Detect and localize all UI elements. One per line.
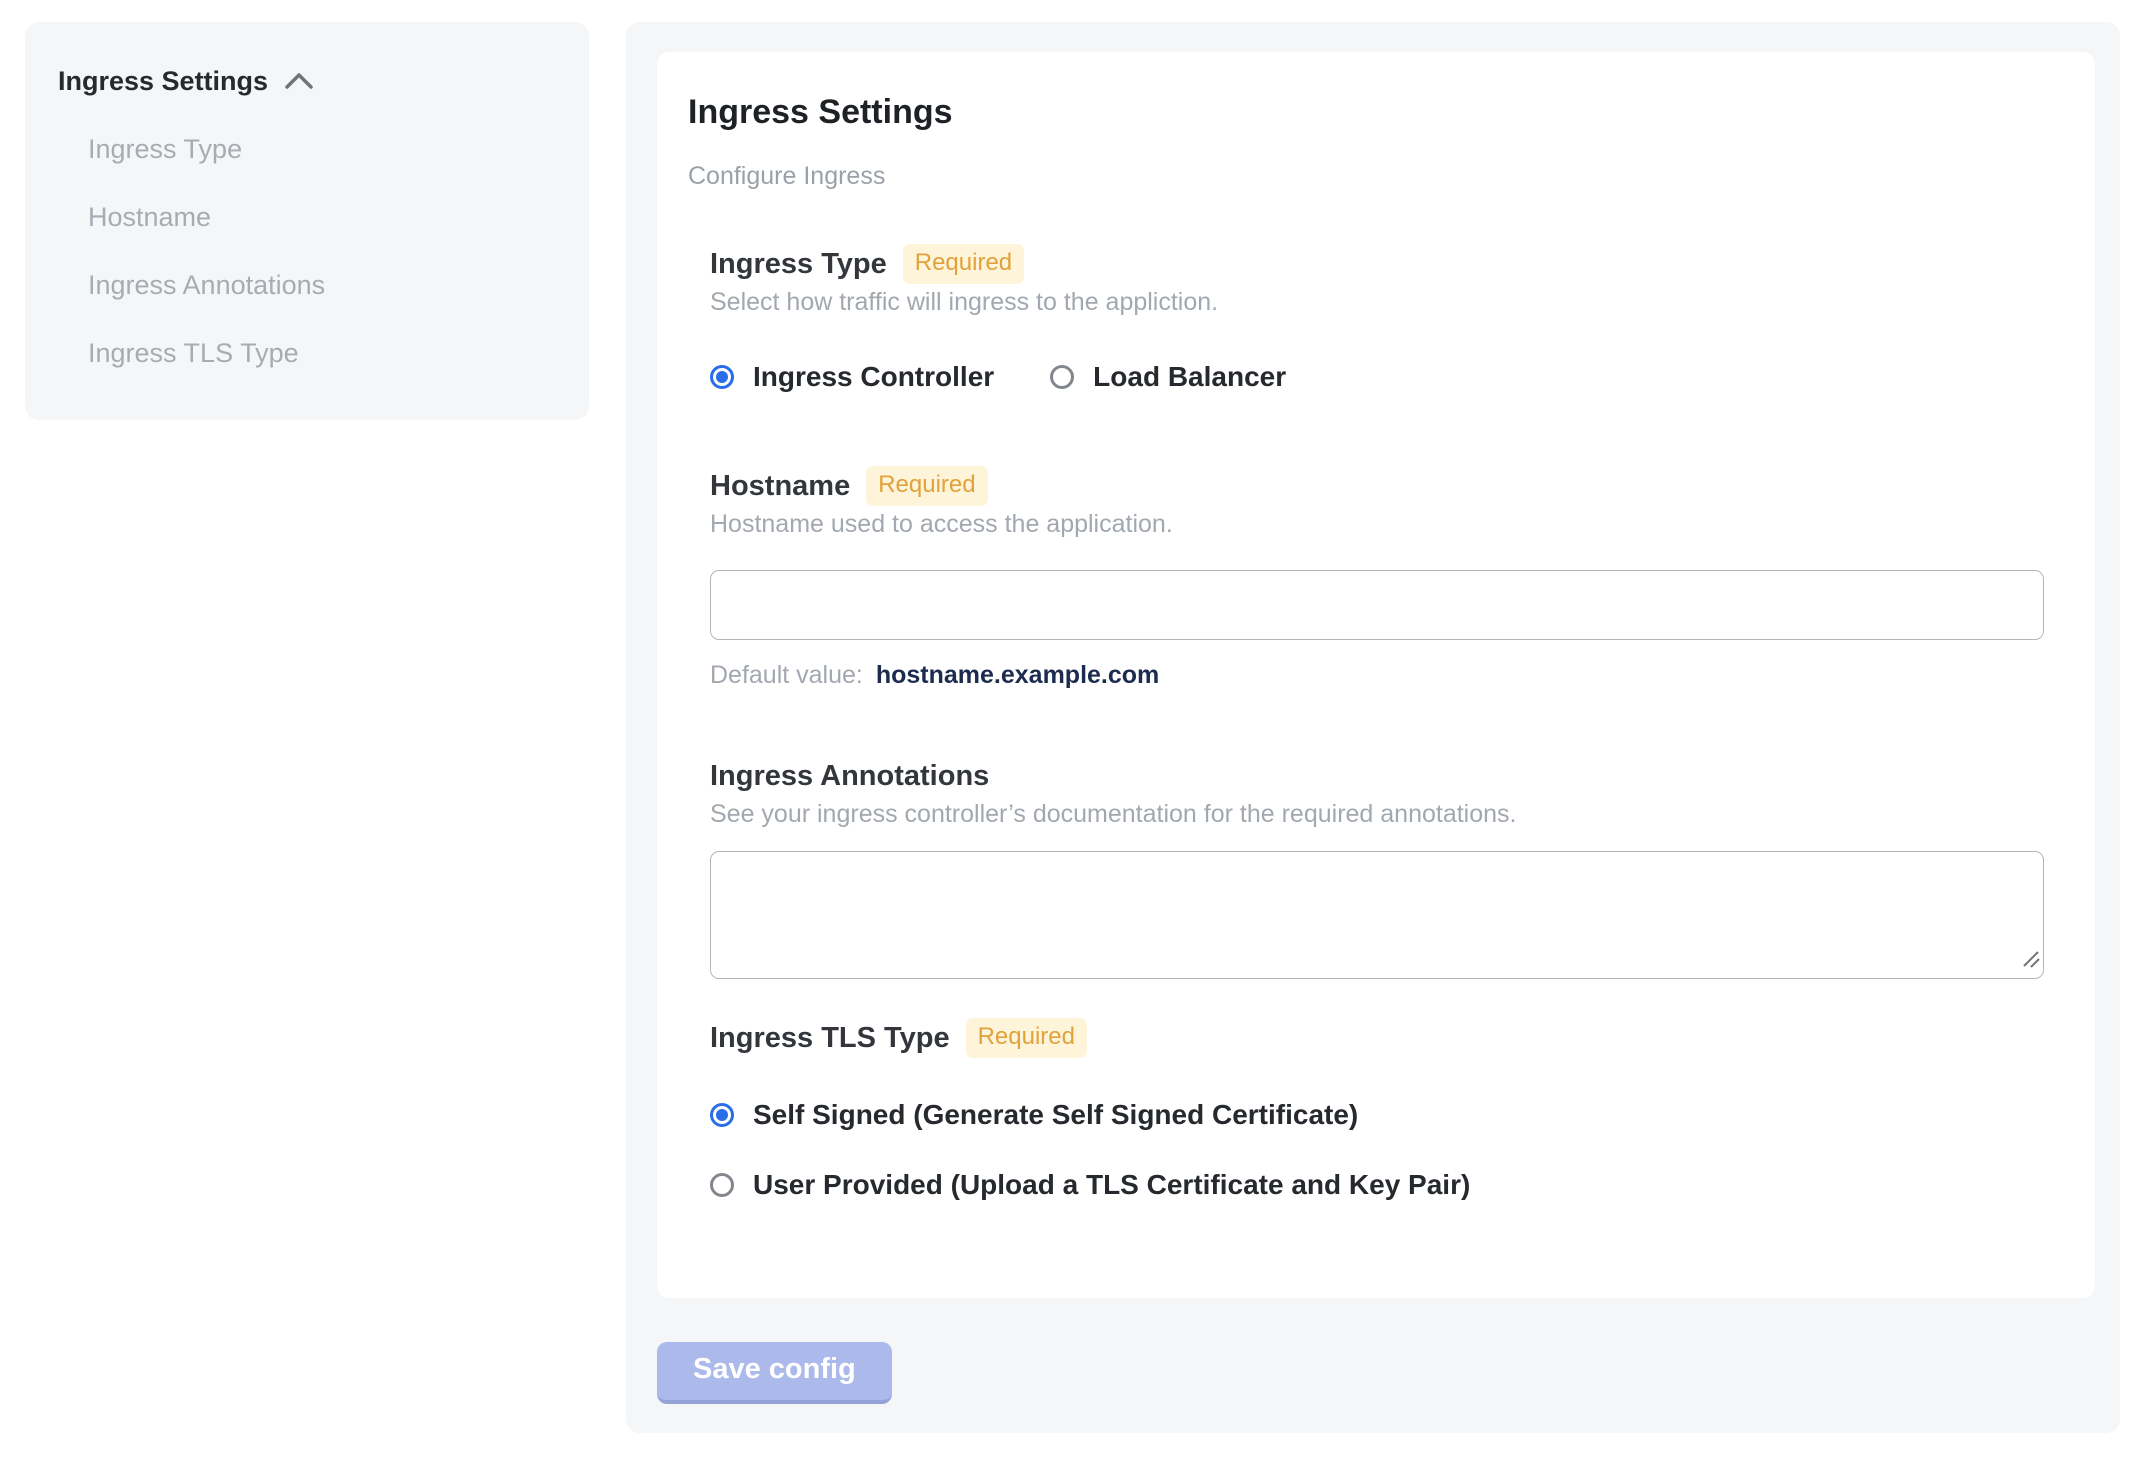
section-hostname: Hostname Required Hostname used to acces… bbox=[710, 466, 2044, 690]
ingress-annotations-label-row: Ingress Annotations bbox=[710, 757, 2043, 795]
save-config-button[interactable]: Save config bbox=[657, 1342, 892, 1404]
radio-selected-icon bbox=[710, 365, 734, 389]
radio-selected-icon bbox=[710, 1103, 734, 1127]
required-badge: Required bbox=[902, 244, 1025, 284]
radio-load-balancer-label: Load Balancer bbox=[1093, 361, 1287, 392]
page-title: Ingress Settings bbox=[688, 93, 953, 131]
ingress-settings-card: Ingress Settings Configure Ingress Ingre… bbox=[657, 52, 2095, 1298]
default-value: hostname.example.com bbox=[875, 661, 1160, 689]
ingress-annotations-description: See your ingress controller’s documentat… bbox=[710, 800, 1517, 828]
sidebar-section-title: Ingress Settings bbox=[58, 66, 269, 96]
radio-unselected-icon bbox=[1050, 365, 1075, 389]
hostname-input[interactable] bbox=[710, 570, 2044, 640]
radio-ingress-controller-label: Ingress Controller bbox=[753, 361, 995, 392]
ingress-type-description: Select how traffic will ingress to the a… bbox=[710, 288, 1219, 316]
hostname-default-line: Default value: hostname.example.com bbox=[710, 661, 2043, 690]
page-subtitle: Configure Ingress bbox=[688, 162, 886, 190]
radio-user-provided[interactable]: User Provided (Upload a TLS Certificate … bbox=[710, 1169, 2043, 1201]
ingress-type-label-row: Ingress Type Required bbox=[710, 244, 2043, 284]
ingress-tls-type-label-row: Ingress TLS Type Required bbox=[710, 1018, 2043, 1058]
sidebar-item-ingress-annotations[interactable]: Ingress Annotations bbox=[88, 269, 559, 301]
settings-sidebar: Ingress Settings Ingress Type Hostname I… bbox=[25, 22, 589, 420]
sidebar-item-list: Ingress Type Hostname Ingress Annotation… bbox=[88, 133, 559, 369]
section-ingress-tls-type: Ingress TLS Type Required Self Signed (G… bbox=[710, 1018, 2043, 1201]
radio-user-provided-label: User Provided (Upload a TLS Certificate … bbox=[753, 1169, 1471, 1200]
chevron-up-icon bbox=[284, 66, 314, 97]
ingress-annotations-textarea-wrap bbox=[710, 851, 2044, 979]
ingress-tls-radio-group: Self Signed (Generate Self Signed Certif… bbox=[710, 1099, 2043, 1201]
default-value-label: Default value: bbox=[710, 661, 863, 689]
sidebar-item-hostname[interactable]: Hostname bbox=[88, 201, 559, 233]
ingress-settings-panel: Ingress Settings Configure Ingress Ingre… bbox=[626, 22, 2120, 1433]
ingress-type-label: Ingress Type bbox=[710, 247, 887, 280]
form-sections: Ingress Type Required Select how traffic… bbox=[710, 244, 2044, 1201]
radio-self-signed-label: Self Signed (Generate Self Signed Certif… bbox=[753, 1099, 1359, 1130]
ingress-annotations-label: Ingress Annotations bbox=[710, 759, 990, 792]
radio-ingress-controller[interactable]: Ingress Controller bbox=[710, 361, 994, 393]
hostname-description: Hostname used to access the application. bbox=[710, 510, 1173, 538]
required-badge: Required bbox=[965, 1018, 1087, 1058]
ingress-tls-type-label: Ingress TLS Type bbox=[710, 1021, 950, 1054]
ingress-annotations-textarea[interactable] bbox=[710, 851, 2044, 979]
section-ingress-annotations: Ingress Annotations See your ingress con… bbox=[710, 757, 2044, 979]
ingress-type-radio-group: Ingress Controller Load Balancer bbox=[710, 361, 2043, 393]
sidebar-section-ingress-settings[interactable]: Ingress Settings bbox=[58, 66, 559, 97]
section-ingress-type: Ingress Type Required Select how traffic… bbox=[710, 244, 2043, 393]
sidebar-item-ingress-type[interactable]: Ingress Type bbox=[88, 133, 559, 165]
radio-unselected-icon bbox=[710, 1173, 734, 1197]
hostname-label-row: Hostname Required bbox=[710, 466, 2043, 506]
radio-self-signed[interactable]: Self Signed (Generate Self Signed Certif… bbox=[710, 1099, 2043, 1131]
required-badge: Required bbox=[866, 466, 988, 506]
radio-load-balancer[interactable]: Load Balancer bbox=[1050, 361, 1286, 393]
hostname-label: Hostname bbox=[710, 469, 851, 502]
sidebar-item-ingress-tls-type[interactable]: Ingress TLS Type bbox=[88, 337, 559, 369]
